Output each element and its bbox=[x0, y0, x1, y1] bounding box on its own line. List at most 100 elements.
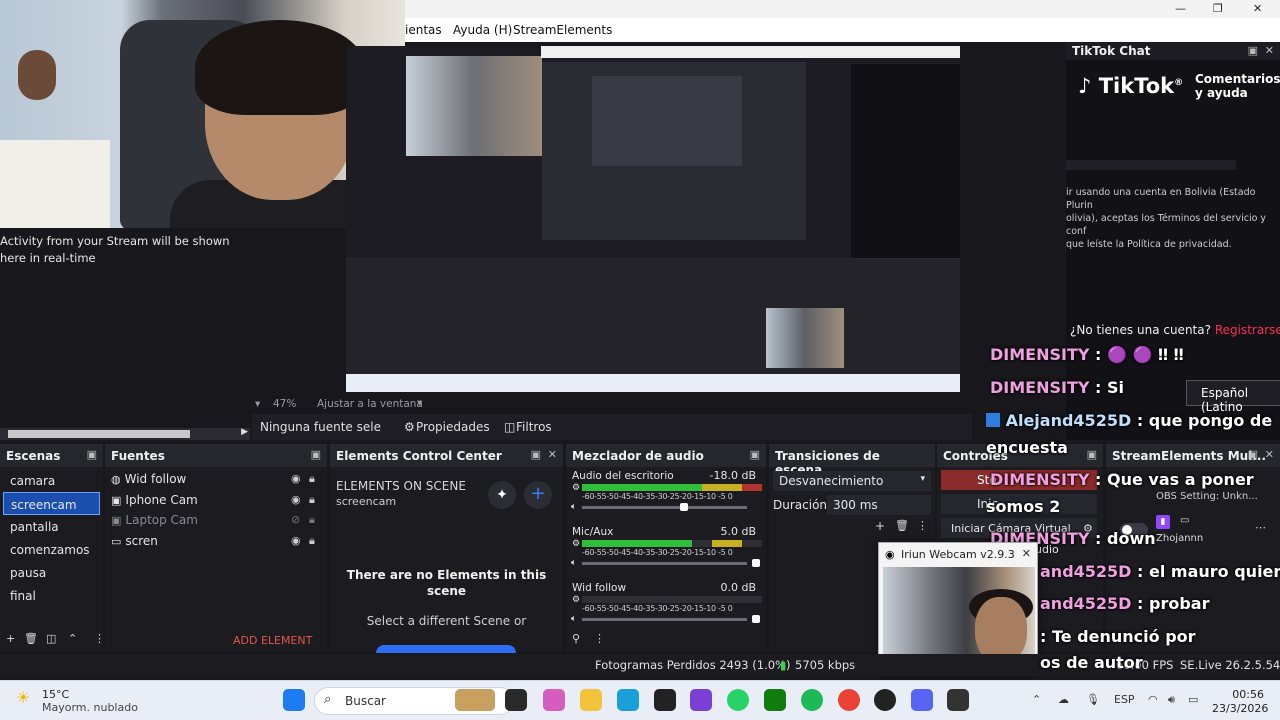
dock-float-icon[interactable]: ▣ bbox=[750, 448, 760, 461]
gear-icon[interactable]: ⚙ bbox=[572, 539, 580, 549]
discord-icon[interactable] bbox=[911, 689, 933, 711]
fit-window[interactable]: Ajustar a la ventana bbox=[317, 398, 423, 410]
dock-float-icon[interactable]: ▣ bbox=[1248, 44, 1258, 57]
volume-slider[interactable] bbox=[582, 559, 760, 567]
scene-item[interactable]: pausa bbox=[3, 561, 100, 584]
whatsapp-icon[interactable] bbox=[727, 689, 749, 711]
file-explorer-icon[interactable] bbox=[580, 689, 602, 711]
chevron-up-icon[interactable]: ⌃ bbox=[1032, 693, 1041, 706]
eye-icon[interactable]: ◉ bbox=[291, 534, 301, 547]
lock-icon[interactable]: 🔒︎ bbox=[309, 493, 315, 507]
properties-button[interactable]: Propiedades bbox=[416, 420, 490, 434]
search-highlight-icon[interactable] bbox=[455, 689, 495, 711]
lock-icon[interactable]: 🔒︎ bbox=[309, 534, 315, 548]
magic-icon[interactable]: ✦ bbox=[488, 481, 516, 509]
more-icon[interactable]: ⋮ bbox=[94, 632, 105, 645]
weather-icon[interactable]: ☀ bbox=[16, 688, 30, 707]
trash-icon[interactable]: 🗑 bbox=[895, 519, 909, 532]
iriun-taskbar-icon[interactable] bbox=[947, 689, 969, 711]
source-item[interactable]: ▣ Iphone Cam ◉ 🔒︎ bbox=[105, 490, 327, 511]
add-icon[interactable]: + bbox=[875, 519, 885, 533]
close-icon[interactable]: ✕ bbox=[548, 448, 557, 461]
register-link[interactable]: Registrarse bbox=[1215, 323, 1280, 337]
weather-temp[interactable]: 15°C bbox=[42, 688, 69, 701]
source-item-hidden[interactable]: ▣ Laptop Cam ⊘ 🔒︎ bbox=[105, 510, 327, 531]
dock-float-icon[interactable]: ▣ bbox=[1248, 448, 1258, 461]
more-icon[interactable]: ⋮ bbox=[594, 632, 605, 645]
zoom-level[interactable]: 47% bbox=[273, 398, 296, 410]
link-icon[interactable]: ⚲ bbox=[572, 632, 580, 645]
preview-canvas[interactable] bbox=[346, 46, 960, 392]
minimize-icon[interactable]: — bbox=[1175, 2, 1186, 15]
dock-float-icon[interactable]: ▣ bbox=[87, 448, 97, 461]
gear-icon[interactable]: ⚙ bbox=[404, 420, 415, 434]
spotify-icon[interactable] bbox=[801, 689, 823, 711]
dock-float-icon[interactable]: ▣ bbox=[531, 448, 541, 461]
menu-streamelements[interactable]: StreamElements bbox=[513, 23, 612, 37]
dock-float-icon[interactable]: ▣ bbox=[311, 448, 321, 461]
filters-button[interactable]: Filtros bbox=[516, 420, 552, 434]
lock-icon[interactable]: 🔒︎ bbox=[309, 472, 315, 486]
scene-item[interactable]: pantalla bbox=[3, 515, 100, 538]
trash-icon[interactable]: 🗑 bbox=[24, 632, 38, 645]
chrome-icon[interactable] bbox=[838, 689, 860, 711]
language-indicator[interactable]: ESP bbox=[1114, 693, 1135, 706]
menu-help[interactable]: Ayuda (H) bbox=[453, 23, 512, 37]
fit-dropdown-icon[interactable]: ▾ bbox=[417, 397, 422, 409]
transition-select[interactable]: Desvanecimiento ▾ bbox=[773, 471, 931, 491]
speaker-icon[interactable]: 🔈︎ bbox=[571, 614, 576, 624]
chatgpt-icon[interactable] bbox=[654, 689, 676, 711]
scrollbar-thumb[interactable] bbox=[8, 430, 190, 438]
gear-icon[interactable]: ⚙ bbox=[572, 483, 580, 493]
tiktok-help[interactable]: Comentarios y ayuda bbox=[1195, 72, 1280, 100]
xbox-icon[interactable] bbox=[764, 689, 786, 711]
volume-slider[interactable] bbox=[582, 615, 760, 623]
more-icon[interactable]: ⋯ bbox=[1255, 521, 1266, 534]
more-icon[interactable]: ⋮ bbox=[917, 519, 928, 532]
add-icon[interactable]: + bbox=[6, 632, 15, 645]
obs-icon[interactable] bbox=[874, 689, 896, 711]
source-item[interactable]: ▭ scren ◉ 🔒︎ bbox=[105, 531, 327, 552]
source-item[interactable]: ◍ Wid follow ◉ 🔒︎ bbox=[105, 469, 327, 490]
close-icon[interactable]: ✕ bbox=[1253, 2, 1262, 15]
scene-item-selected[interactable]: screencam bbox=[3, 492, 100, 515]
iriun-webcam-window[interactable]: ◉ Iriun Webcam v2.9.3 ✕ bbox=[878, 542, 1038, 664]
speaker-icon[interactable]: 🔈︎ bbox=[571, 502, 576, 512]
duration-input[interactable]: 300 ms bbox=[827, 495, 931, 515]
close-icon[interactable]: ✕ bbox=[1022, 547, 1031, 560]
weather-desc[interactable]: Mayorm. nublado bbox=[42, 701, 138, 714]
task-view-icon[interactable] bbox=[505, 689, 527, 711]
gear-icon[interactable]: ⚙ bbox=[572, 595, 580, 605]
close-icon[interactable]: ✕ bbox=[1265, 44, 1274, 57]
app-icon[interactable] bbox=[690, 689, 712, 711]
eye-off-icon[interactable]: ⊘ bbox=[291, 513, 300, 526]
close-icon[interactable]: ✕ bbox=[1265, 448, 1274, 461]
edge-icon[interactable] bbox=[617, 689, 639, 711]
wifi-icon[interactable]: ◠ bbox=[1148, 693, 1158, 706]
zoom-dropdown-icon[interactable]: ▾ bbox=[255, 398, 260, 410]
eye-icon[interactable]: ◉ bbox=[291, 472, 301, 485]
filter-icon[interactable]: ◫ bbox=[46, 632, 56, 645]
cloud-icon[interactable]: ☁ bbox=[1058, 693, 1069, 706]
add-element-button[interactable]: ADD ELEMENT bbox=[233, 634, 312, 647]
dock-float-icon[interactable]: ▣ bbox=[1087, 448, 1097, 461]
battery-icon[interactable]: ▭ bbox=[1188, 693, 1198, 706]
add-element-icon[interactable]: + bbox=[524, 481, 552, 509]
filter-icon[interactable]: ◫ bbox=[504, 420, 515, 434]
move-up-icon[interactable]: ⌃ bbox=[68, 632, 77, 645]
horizontal-scrollbar[interactable]: ▶ bbox=[0, 427, 250, 440]
clock-date[interactable]: 23/3/2026 bbox=[1212, 702, 1268, 715]
copilot-icon[interactable] bbox=[543, 689, 565, 711]
ecc-action-button[interactable] bbox=[376, 645, 516, 653]
mic-icon[interactable]: 🎙︎ bbox=[1086, 693, 1100, 706]
scene-item[interactable]: camara bbox=[3, 469, 100, 492]
menu-tools[interactable]: ientas bbox=[405, 23, 442, 37]
scene-item[interactable]: comenzamos bbox=[3, 538, 100, 561]
volume-slider[interactable] bbox=[582, 503, 747, 511]
lock-icon[interactable]: 🔒︎ bbox=[309, 513, 315, 527]
eye-icon[interactable]: ◉ bbox=[291, 493, 301, 506]
speaker-icon[interactable]: 🔈︎ bbox=[571, 558, 576, 568]
windows-start-icon[interactable] bbox=[283, 689, 305, 711]
clock-time[interactable]: 00:56 bbox=[1222, 688, 1264, 701]
scene-item[interactable]: final bbox=[3, 584, 100, 607]
